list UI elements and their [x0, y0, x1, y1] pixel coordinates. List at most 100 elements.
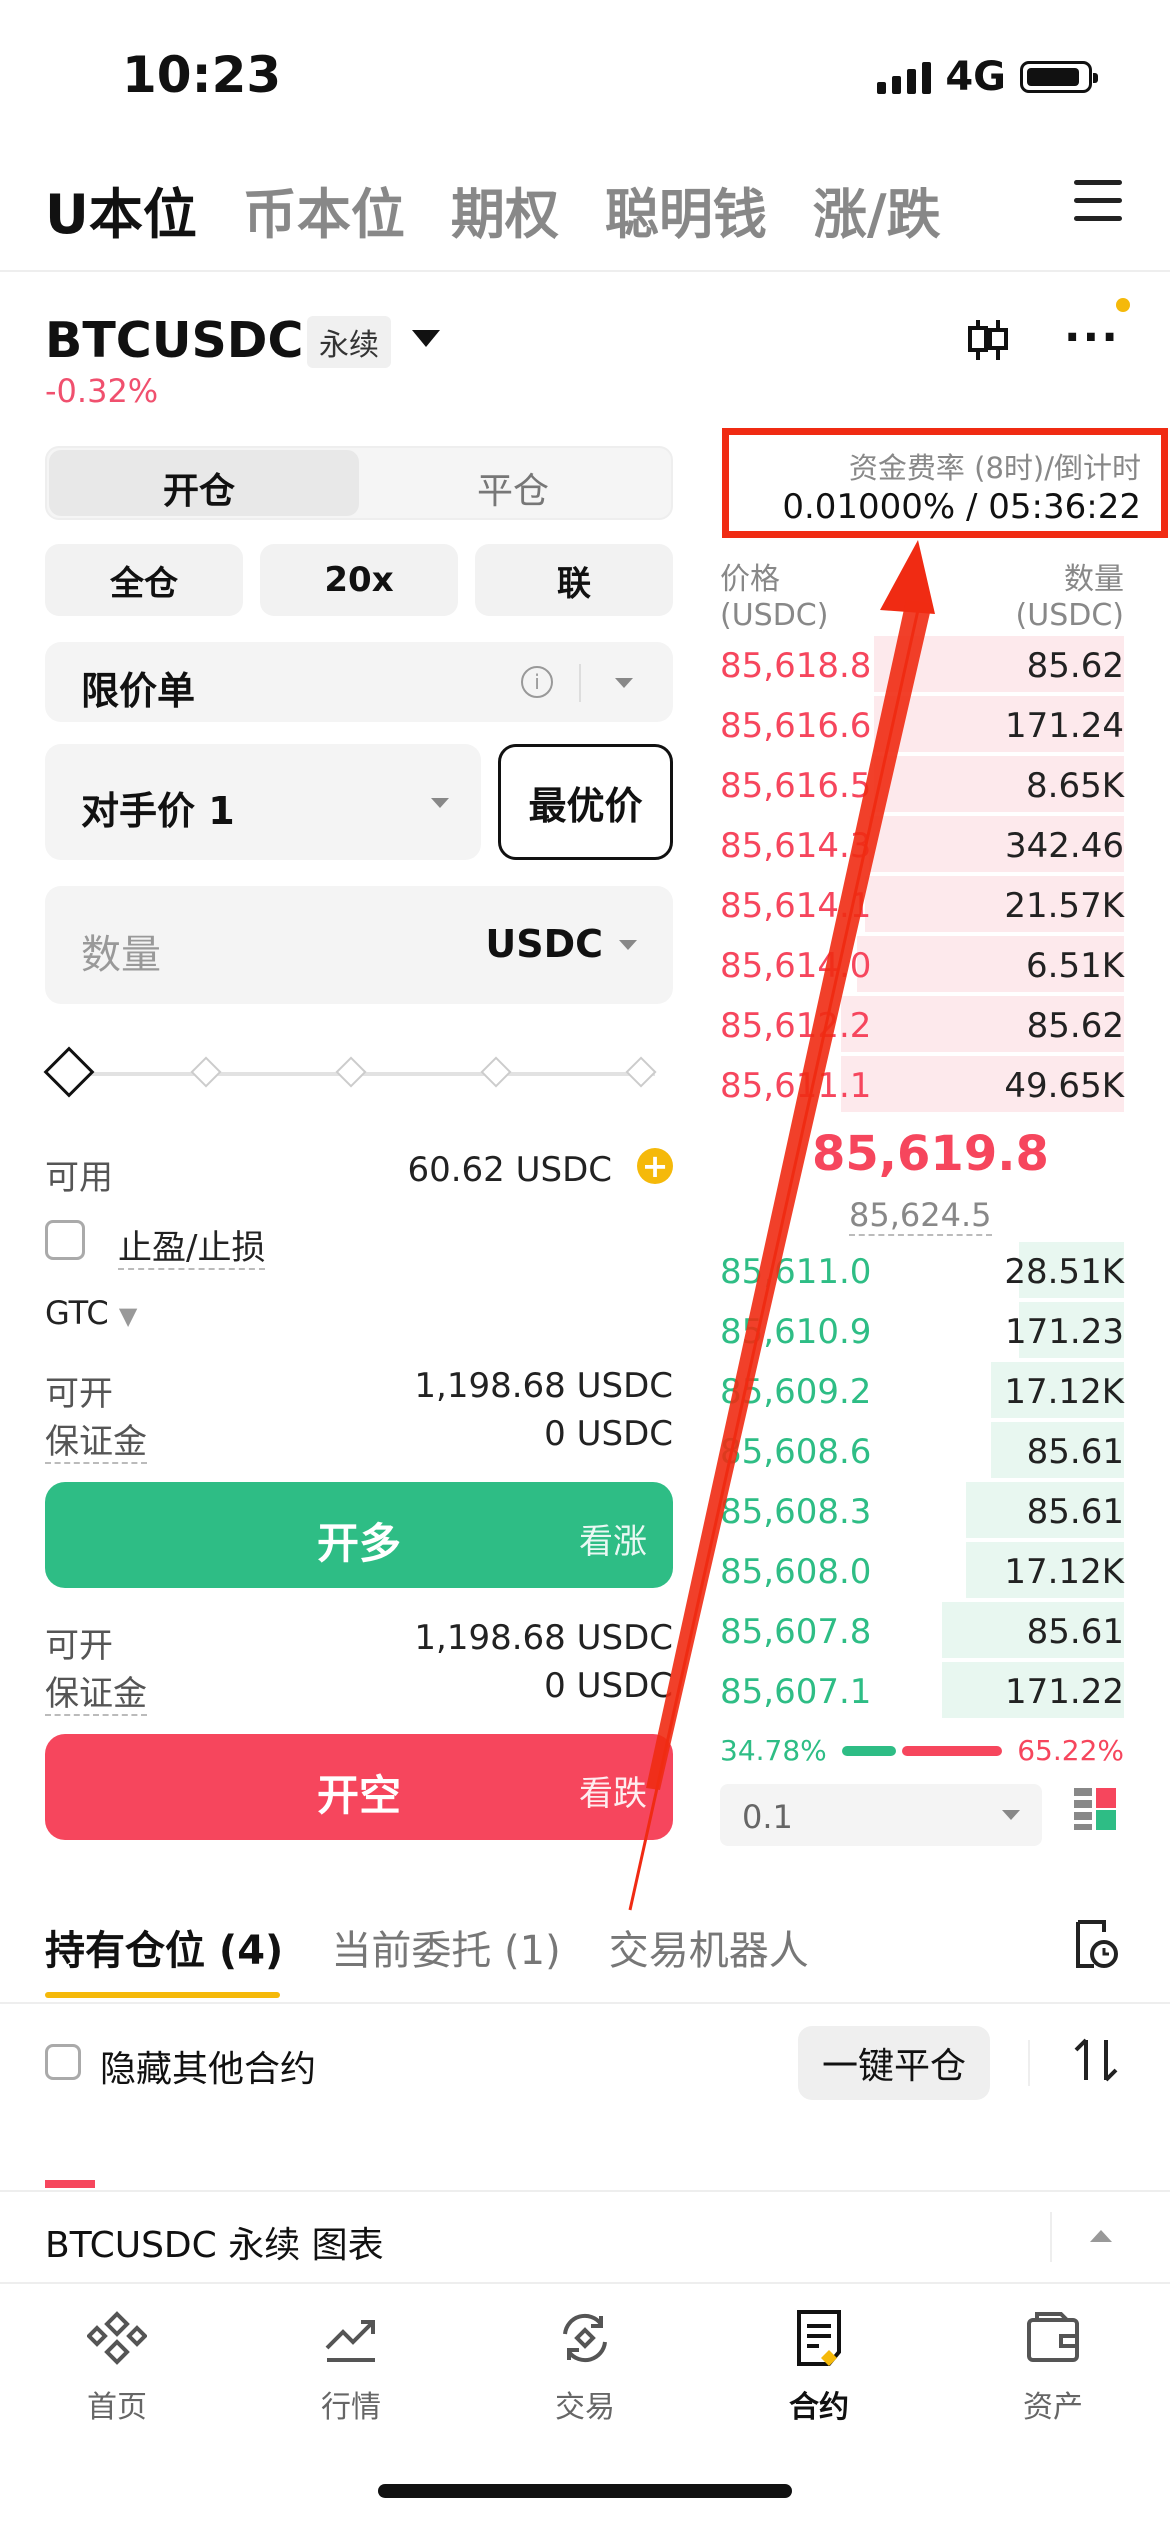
margin-mode-button[interactable]: 全仓 — [45, 544, 243, 616]
funding-rate-value: 0.01000% / 05:36:22 — [782, 487, 1141, 527]
tab-smart-money[interactable]: 聪明钱 — [605, 170, 767, 249]
slider-handle[interactable] — [43, 1046, 95, 1098]
hide-other-contracts-label[interactable]: 隐藏其他合约 — [100, 2040, 316, 2092]
sort-icon[interactable] — [1072, 2034, 1120, 2098]
ask-price: 85,612.2 — [720, 1006, 872, 1046]
bid-row[interactable]: 85,608.6 85.61 — [720, 1420, 1124, 1480]
asset-mode-button[interactable]: 联 — [475, 544, 673, 616]
tpsl-label[interactable]: 止盈/止损 — [118, 1220, 266, 1270]
ask-row[interactable]: 85,612.2 85.62 — [720, 994, 1124, 1054]
orderbook-layout-icon[interactable] — [1072, 1786, 1118, 1832]
ask-price: 85,614.1 — [720, 886, 872, 926]
short-margin-label: 保证金 — [45, 1674, 147, 1716]
bid-row[interactable]: 85,608.0 17.12K — [720, 1540, 1124, 1600]
ask-quantity: 8.65K — [1026, 766, 1124, 806]
quantity-input[interactable]: 数量 USDC — [45, 886, 673, 1004]
bid-row[interactable]: 85,607.8 85.61 — [720, 1600, 1124, 1660]
order-type-select[interactable]: 限价单 i — [45, 642, 673, 722]
long-max-label: 可开 — [45, 1374, 113, 1414]
network-label: 4G — [945, 54, 1006, 100]
bid-row[interactable]: 85,609.2 17.12K — [720, 1360, 1124, 1420]
funding-rate-label: 资金费率 (8时)/倒计时 — [848, 451, 1141, 485]
chart-drawer[interactable]: BTCUSDC 永续 图表 — [0, 2190, 1170, 2284]
tab-u-margined[interactable]: U本位 — [45, 170, 197, 249]
best-price-button[interactable]: 最优价 — [498, 744, 673, 860]
ask-row[interactable]: 85,611.1 49.65K — [720, 1054, 1124, 1114]
quantity-unit[interactable]: USDC — [485, 922, 603, 966]
market-type-tabs: U本位 币本位 期权 聪明钱 涨/跌 — [45, 170, 941, 249]
slider-step[interactable] — [190, 1056, 222, 1088]
tab-up-down[interactable]: 涨/跌 — [813, 170, 941, 249]
history-icon[interactable] — [1072, 1918, 1120, 1974]
close-all-button[interactable]: 一键平仓 — [798, 2026, 990, 2100]
ask-row[interactable]: 85,616.6 171.24 — [720, 694, 1124, 754]
bid-price: 85,611.0 — [720, 1252, 872, 1292]
bid-quantity: 171.23 — [1005, 1312, 1124, 1352]
nav-home[interactable]: 首页 — [0, 2290, 234, 2450]
notification-dot — [1116, 298, 1130, 312]
ask-price: 85,614.3 — [720, 826, 872, 866]
divider — [579, 664, 581, 702]
depth-step-select[interactable]: 0.1 — [720, 1784, 1042, 1846]
ask-row[interactable]: 85,614.1 21.57K — [720, 874, 1124, 934]
nav-trade[interactable]: 交易 — [468, 2290, 702, 2450]
bid-price: 85,608.3 — [720, 1492, 872, 1532]
bid-price: 85,607.1 — [720, 1672, 872, 1712]
ask-row[interactable]: 85,618.8 85.62 — [720, 634, 1124, 694]
open-tab[interactable]: 开仓 — [163, 462, 235, 514]
tab-trading-bots[interactable]: 交易机器人 — [609, 1918, 809, 1976]
bid-row[interactable]: 85,610.9 171.23 — [720, 1300, 1124, 1360]
nav-futures[interactable]: 合约 — [702, 2290, 936, 2450]
ask-row[interactable]: 85,614.3 342.46 — [720, 814, 1124, 874]
more-icon[interactable]: ··· — [1064, 312, 1120, 363]
leverage-button[interactable]: 20x — [260, 544, 458, 616]
nav-assets[interactable]: 资产 — [936, 2290, 1170, 2450]
hide-other-contracts-checkbox[interactable] — [45, 2044, 81, 2080]
close-tab[interactable]: 平仓 — [477, 462, 549, 514]
divider — [1050, 2212, 1052, 2262]
tpsl-checkbox[interactable] — [45, 1220, 85, 1260]
long-max-value: 1,198.68 USDC — [414, 1366, 673, 1406]
bid-row[interactable]: 85,611.0 28.51K — [720, 1240, 1124, 1300]
chevron-up-icon[interactable] — [1090, 2230, 1112, 2242]
chart-drawer-label: BTCUSDC 永续 图表 — [45, 2225, 384, 2266]
quantity-slider[interactable] — [43, 1046, 657, 1098]
order-type-label: 限价单 — [81, 669, 196, 713]
last-price[interactable]: 85,619.8 — [812, 1126, 1049, 1182]
bid-row[interactable]: 85,607.1 171.22 — [720, 1660, 1124, 1720]
slider-step[interactable] — [480, 1056, 512, 1088]
candlestick-icon[interactable] — [964, 316, 1012, 368]
ask-row[interactable]: 85,616.5 8.65K — [720, 754, 1124, 814]
chevron-down-icon — [431, 798, 449, 808]
time-in-force-select[interactable]: GTC ▼ — [45, 1294, 137, 1332]
price-option-select[interactable]: 对手价 1 — [45, 744, 481, 860]
long-margin-value: 0 USDC — [544, 1414, 673, 1454]
price-option-label: 对手价 1 — [81, 789, 235, 833]
home-icon — [86, 2308, 148, 2368]
mark-price[interactable]: 85,624.5 — [849, 1196, 992, 1236]
add-funds-icon[interactable]: + — [631, 1148, 673, 1184]
symbol-name[interactable]: BTCUSDC — [45, 312, 303, 369]
tab-positions[interactable]: 持有仓位 (4) — [45, 1918, 283, 1976]
open-short-button[interactable]: 开空 看跌 — [45, 1734, 673, 1840]
menu-icon[interactable] — [1074, 180, 1122, 234]
funding-rate-box[interactable]: 资金费率 (8时)/倒计时 0.01000% / 05:36:22 — [722, 428, 1168, 538]
slider-step[interactable] — [625, 1056, 657, 1088]
nav-trade-label: 交易 — [555, 2390, 615, 2425]
short-margin-value: 0 USDC — [544, 1666, 673, 1706]
status-time: 10:23 — [122, 46, 282, 104]
info-icon[interactable]: i — [521, 666, 553, 698]
ask-row[interactable]: 85,614.0 6.51K — [720, 934, 1124, 994]
symbol-dropdown-icon[interactable] — [412, 330, 440, 347]
tab-open-orders[interactable]: 当前委托 (1) — [331, 1918, 560, 1976]
chevron-down-icon — [1002, 1810, 1020, 1820]
nav-assets-label: 资产 — [1023, 2390, 1083, 2425]
slider-step[interactable] — [335, 1056, 367, 1088]
nav-markets[interactable]: 行情 — [234, 2290, 468, 2450]
tab-options[interactable]: 期权 — [451, 170, 559, 249]
tab-coin-margined[interactable]: 币本位 — [243, 170, 405, 249]
bid-row[interactable]: 85,608.3 85.61 — [720, 1480, 1124, 1540]
open-long-button[interactable]: 开多 看涨 — [45, 1482, 673, 1588]
bearish-label: 看跌 — [579, 1774, 647, 1814]
sell-ratio: 65.22% — [1017, 1734, 1124, 1767]
